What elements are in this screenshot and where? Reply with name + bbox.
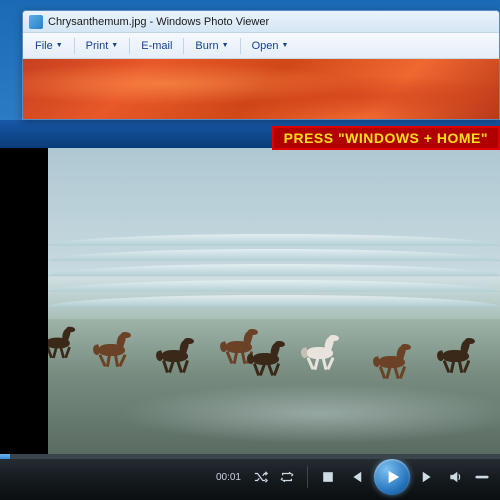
volume-icon — [449, 470, 463, 484]
burn-label: Burn — [195, 40, 218, 52]
video-horse — [247, 341, 287, 377]
control-icons — [251, 459, 492, 495]
titlebar[interactable]: Chrysanthemum.jpg - Windows Photo Viewer — [23, 11, 499, 33]
elapsed-time: 00:01 — [216, 472, 241, 483]
chevron-down-icon: ▼ — [56, 42, 63, 49]
file-label: File — [35, 40, 53, 52]
stop-icon — [321, 470, 335, 484]
previous-icon — [349, 470, 363, 484]
video-wave — [48, 280, 500, 292]
stop-button[interactable] — [318, 467, 338, 487]
toolbar: File▼ Print▼ E-mail Burn▼ Open▼ — [23, 33, 499, 59]
chevron-down-icon: ▼ — [111, 42, 118, 49]
print-label: Print — [86, 40, 109, 52]
video-horse — [48, 327, 77, 359]
video-horse — [437, 338, 477, 374]
video-horse — [373, 344, 413, 380]
separator — [183, 38, 184, 54]
mute-button[interactable] — [446, 467, 466, 487]
shuffle-button[interactable] — [251, 467, 271, 487]
open-menu[interactable]: Open▼ — [248, 38, 293, 54]
instruction-overlay: PRESS "WINDOWS + HOME" — [272, 126, 500, 150]
separator — [74, 38, 75, 54]
play-button[interactable] — [374, 459, 410, 495]
chevron-down-icon: ▼ — [282, 42, 289, 49]
email-label: E-mail — [141, 40, 172, 52]
repeat-button[interactable] — [277, 467, 297, 487]
open-label: Open — [252, 40, 279, 52]
play-icon — [386, 470, 400, 484]
burn-menu[interactable]: Burn ▼ — [191, 38, 232, 54]
seek-bar[interactable] — [0, 454, 500, 459]
app-icon — [29, 15, 43, 29]
volume-slider-handle[interactable] — [472, 467, 492, 487]
control-divider — [307, 466, 308, 488]
player-controls: 00:01 — [0, 454, 500, 500]
video-area[interactable] — [48, 148, 500, 454]
seek-progress — [0, 454, 10, 459]
shuffle-icon — [254, 470, 268, 484]
window-title: Chrysanthemum.jpg - Windows Photo Viewer — [48, 16, 269, 28]
instruction-text: PRESS "WINDOWS + HOME" — [284, 130, 488, 146]
separator — [240, 38, 241, 54]
email-button[interactable]: E-mail — [137, 38, 176, 54]
chevron-down-icon: ▼ — [222, 42, 229, 49]
next-icon — [421, 470, 435, 484]
previous-button[interactable] — [344, 465, 368, 489]
video-horse — [301, 335, 341, 371]
media-player-window: 00:01 — [0, 148, 500, 500]
photo-viewer-window: Chrysanthemum.jpg - Windows Photo Viewer… — [22, 10, 500, 120]
next-button[interactable] — [416, 465, 440, 489]
print-menu[interactable]: Print▼ — [82, 38, 123, 54]
slider-icon — [475, 470, 489, 484]
separator — [129, 38, 130, 54]
video-horse — [93, 332, 133, 368]
video-wave — [48, 295, 500, 307]
repeat-icon — [280, 470, 294, 484]
photo-content-area — [23, 59, 499, 120]
file-menu[interactable]: File▼ — [31, 38, 67, 54]
video-horse — [156, 338, 196, 374]
